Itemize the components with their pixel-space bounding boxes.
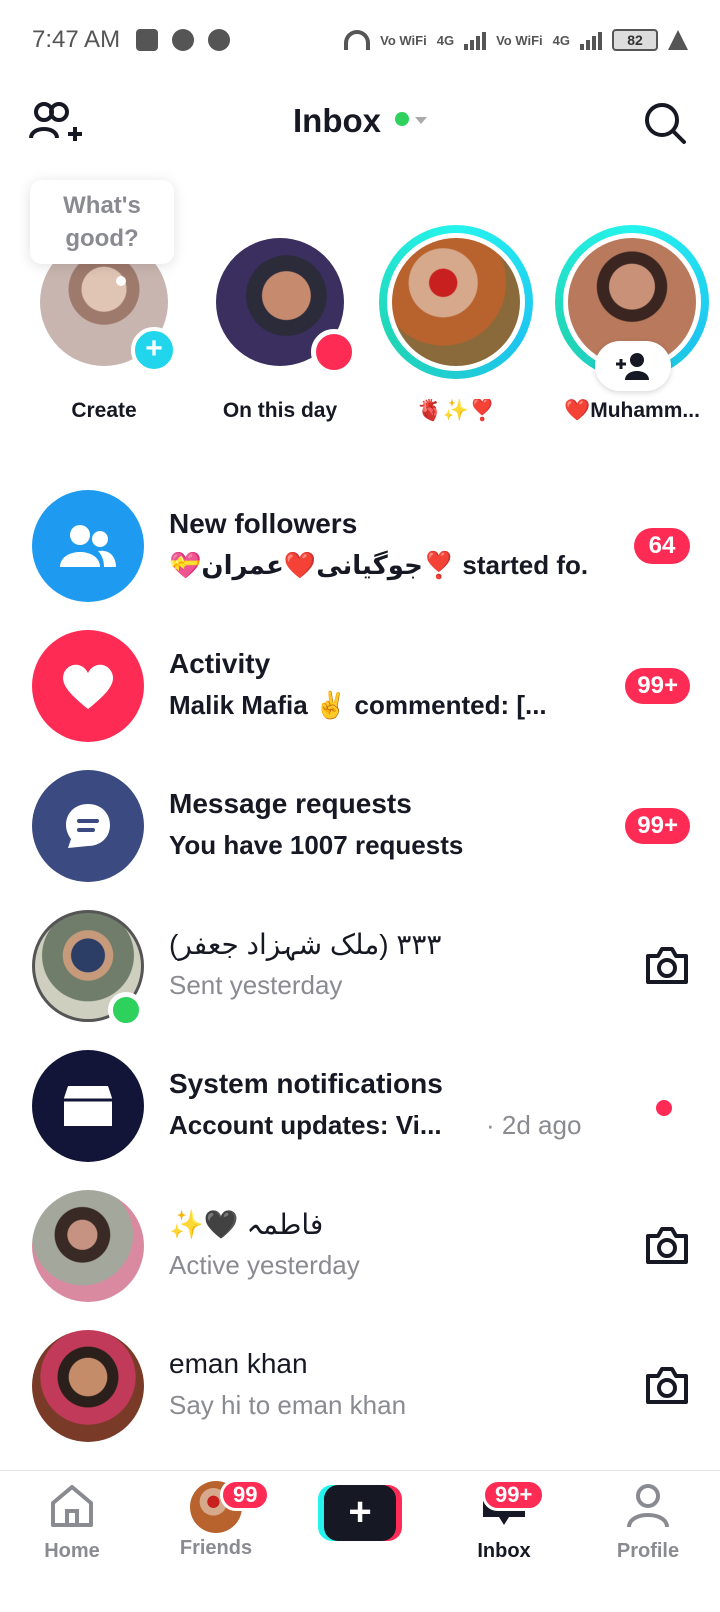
chevron-down-icon <box>415 117 427 124</box>
count-badge: 99+ <box>625 808 690 844</box>
heart-icon <box>32 630 144 742</box>
unread-dot <box>656 1100 672 1116</box>
inbox-header: Inbox <box>0 90 720 160</box>
system-icons: Vo WiFi 4G Vo WiFi 4G 82 <box>344 29 688 51</box>
item-subtitle: Account updates: Vi... <box>169 1110 442 1140</box>
nav-label: Profile <box>616 1540 680 1562</box>
story-on-this-day[interactable]: On this day <box>200 225 360 423</box>
item-subtitle: You have 1007 requests <box>169 830 464 860</box>
vowifi-label-1: Vo WiFi <box>380 32 427 48</box>
list-item-conversation[interactable]: (ملک شہزاد جعفر) ٣٣٣ Sent yesterday <box>0 892 720 1032</box>
message-icon <box>32 770 144 882</box>
create-button[interactable]: + <box>318 1485 402 1541</box>
network-label-1: 4G <box>436 32 455 48</box>
story-ring <box>203 225 357 379</box>
story-label: ❤️Muhamm... <box>564 399 700 422</box>
wifi-icon <box>344 30 371 50</box>
list-item-conversation[interactable]: eman khan Say hi to eman khan <box>0 1312 720 1452</box>
list-item-message-requests[interactable]: Message requests You have 1007 requests … <box>0 752 720 892</box>
profile-icon <box>627 1484 669 1528</box>
nav-friends[interactable]: 99 Friends <box>144 1479 288 1560</box>
flask-icon <box>668 30 688 50</box>
count-badge: 64 <box>634 528 690 564</box>
status-time: 7:47 AM <box>32 26 121 53</box>
item-title: eman khan <box>169 1348 308 1379</box>
nav-home[interactable]: Home <box>0 1481 144 1563</box>
plus-icon[interactable]: + <box>131 327 177 373</box>
inbox-box-icon <box>32 1050 144 1162</box>
story-friend-1[interactable]: 🫀✨❣️ <box>376 225 536 423</box>
item-title: System notifications <box>169 1068 443 1099</box>
story-label: Create <box>71 399 137 422</box>
followers-icon <box>32 490 144 602</box>
camera-icon[interactable] <box>644 1224 690 1266</box>
avatar <box>387 233 525 371</box>
cloud-icon <box>208 29 231 51</box>
item-subtitle: Sent yesterday <box>169 970 343 1000</box>
nav-profile[interactable]: Profile <box>576 1481 720 1563</box>
signal-icon-2 <box>580 30 602 50</box>
nav-inbox[interactable]: 99+ Inbox <box>432 1479 576 1563</box>
inbox-badge: 99+ <box>482 1479 546 1511</box>
signal-icon <box>464 30 487 50</box>
list-item-system-notifications[interactable]: System notifications Account updates: Vi… <box>0 1032 720 1172</box>
item-title: Activity <box>169 648 271 679</box>
count-badge: 99+ <box>625 668 690 704</box>
avatar <box>32 1330 144 1442</box>
memory-dot-badge <box>311 329 357 375</box>
story-label: On this day <box>222 399 338 422</box>
list-item-new-followers[interactable]: New followers 💝جوگیانی❤️عمران❣️ started … <box>0 472 720 612</box>
item-subtitle: Say hi to eman khan <box>169 1390 407 1420</box>
battery-icon: 82 <box>612 29 658 51</box>
network-label-2: 4G <box>552 32 570 48</box>
bubble-pointer <box>116 276 126 286</box>
inbox-list: New followers 💝جوگیانی❤️عمران❣️ started … <box>0 472 720 1452</box>
bottom-nav: Home 99 Friends + 99+ Inbox Profile <box>0 1470 720 1612</box>
inbox-title-group[interactable]: Inbox <box>0 102 720 140</box>
story-label: 🫀✨❣️ <box>416 399 496 422</box>
add-friend-button[interactable] <box>595 341 671 391</box>
status-bar: 7:47 AM Vo WiFi 4G Vo WiFi 4G 82 <box>0 0 720 80</box>
item-subtitle: 💝جوگیانی❤️عمران❣️ started fo... <box>169 550 589 580</box>
story-friend-2[interactable]: ❤️Muhamm... <box>552 225 712 423</box>
home-icon <box>51 1485 93 1527</box>
stories-row: What's good? + Create On this day 🫀✨❣️ ❤… <box>0 180 720 450</box>
search-icon <box>645 103 686 144</box>
story-ring <box>555 225 709 391</box>
list-item-conversation[interactable]: ✨🖤 فاطمہ Active yesterday <box>0 1172 720 1312</box>
item-title: Message requests <box>169 788 412 819</box>
item-title: ✨🖤 فاطمہ <box>169 1209 324 1240</box>
search-button[interactable] <box>642 100 688 146</box>
avatar <box>32 1190 144 1302</box>
nav-label: Friends <box>179 1537 253 1559</box>
camera-icon[interactable] <box>644 944 690 986</box>
item-subtitle: Malik Mafia ✌️ commented: [... <box>169 690 547 720</box>
item-title: New followers <box>169 508 358 539</box>
plus-icon: + <box>324 1485 396 1541</box>
nav-label: Inbox <box>477 1540 531 1562</box>
vowifi-label-2: Vo WiFi <box>496 32 543 48</box>
friends-badge: 99 <box>220 1479 271 1511</box>
item-subtitle: Active yesterday <box>169 1250 360 1280</box>
list-item-activity[interactable]: Activity Malik Mafia ✌️ commented: [... … <box>0 612 720 752</box>
notification-icons <box>136 29 231 51</box>
android-icon <box>172 29 195 51</box>
item-title: (ملک شہزاد جعفر) ٣٣٣ <box>169 929 442 960</box>
status-prompt-bubble[interactable]: What's good? <box>30 180 174 264</box>
add-person-icon <box>616 353 649 380</box>
online-status-dot <box>395 112 409 126</box>
app-notification-icon <box>136 29 159 51</box>
online-indicator <box>108 992 144 1028</box>
item-time: · 2d ago <box>486 1110 582 1140</box>
story-ring <box>379 225 533 379</box>
nav-label: Home <box>44 1540 100 1562</box>
camera-icon[interactable] <box>644 1364 690 1406</box>
page-title: Inbox <box>293 102 381 139</box>
